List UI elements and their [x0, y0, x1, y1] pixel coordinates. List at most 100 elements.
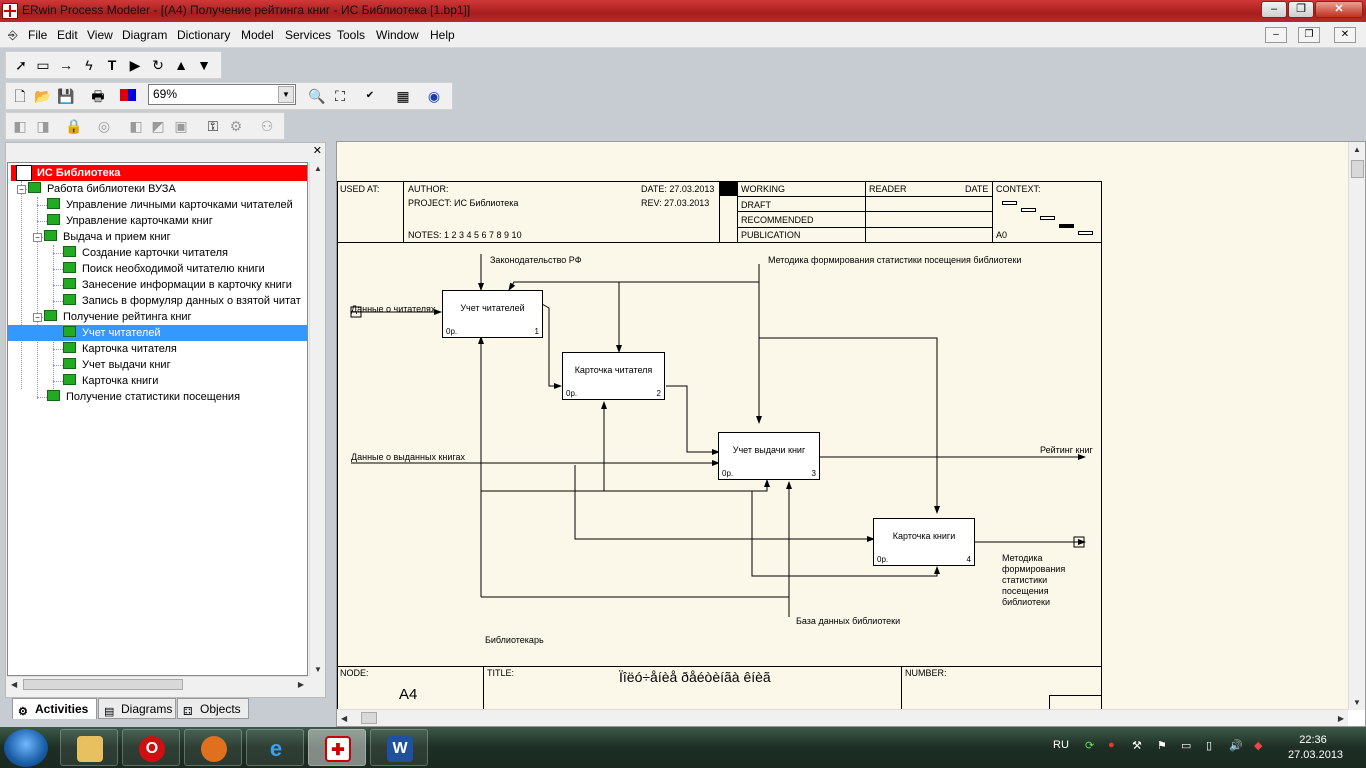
activity-box[interactable]: Учет читателей 0р. 1 [442, 290, 548, 343]
collapse-icon[interactable]: − [33, 313, 42, 322]
mdi-close-icon[interactable]: ✕ [1334, 27, 1356, 43]
tree-item[interactable]: Учет выдачи книг [63, 357, 171, 373]
scroll-right-icon[interactable]: ▶ [1338, 714, 1344, 723]
tree-item[interactable]: − Получение рейтинга книг [33, 309, 192, 325]
activity-box[interactable]: Карточка книги 0р. 4 [873, 518, 980, 571]
open-folder-icon[interactable]: 📂 [33, 86, 53, 106]
tree-vertical-scrollbar[interactable]: ▲ ▼ [309, 162, 325, 676]
arrow-label[interactable]: Законодательство РФ [490, 255, 582, 265]
clock[interactable]: 22:36 27.03.2013 [1288, 733, 1343, 763]
tree-item[interactable]: Управление карточками книг [47, 213, 213, 229]
scroll-left-icon[interactable]: ◀ [11, 680, 17, 689]
report-icon[interactable]: ◉ [424, 86, 444, 106]
text-tool-icon[interactable]: T [102, 55, 122, 75]
pointer-tool-icon[interactable]: ➚ [11, 55, 31, 75]
tab-diagrams[interactable]: ▤ Diagrams [98, 698, 176, 719]
close-button[interactable]: ✕ [1315, 1, 1363, 18]
scroll-left-icon[interactable]: ◀ [341, 714, 347, 723]
tree-root[interactable]: ИС Библиотека [11, 165, 307, 181]
menu-model[interactable]: Model [241, 28, 274, 42]
device-icon[interactable]: ▯ [1206, 739, 1212, 752]
close-icon[interactable]: ✕ [313, 144, 322, 157]
tree-item[interactable]: − Работа библиотеки ВУЗА [17, 181, 176, 197]
taskbar-word[interactable]: W [370, 729, 428, 766]
tab-objects[interactable]: ⚃ Objects [177, 698, 249, 719]
tree-item[interactable]: Поиск необходимой читателю книги [63, 261, 265, 277]
menu-diagram[interactable]: Diagram [122, 28, 167, 42]
language-indicator[interactable]: RU [1053, 739, 1069, 751]
scroll-thumb[interactable] [361, 712, 377, 724]
arrow-label[interactable]: Рейтинг книг [1040, 445, 1093, 455]
chevron-down-icon[interactable]: ▼ [278, 86, 294, 103]
tree-item[interactable]: Управление личными карточками читателей [47, 197, 293, 213]
zoom-select[interactable]: 69% ▼ [148, 84, 296, 105]
arrow-label-multiline[interactable]: Методика формирования статистики посещен… [1002, 553, 1065, 608]
sync-icon[interactable]: ⟳ [1085, 739, 1094, 752]
go-to-child-icon[interactable]: ▼ [194, 55, 214, 75]
scroll-down-icon[interactable]: ▼ [314, 665, 322, 674]
color-icon[interactable] [118, 86, 138, 106]
taskbar-opera[interactable]: O [122, 729, 180, 766]
opera-tray-icon[interactable]: ● [1108, 739, 1115, 751]
network-icon[interactable]: ▭ [1181, 739, 1191, 752]
flag-icon[interactable]: ⚑ [1157, 739, 1167, 752]
collapse-icon[interactable]: − [17, 185, 26, 194]
tree-item[interactable]: Запись в формуляр данных о взятой читат [63, 293, 301, 309]
zoom-fit-icon[interactable]: ⛶ [330, 86, 350, 106]
menu-services[interactable]: Services [285, 28, 331, 42]
new-file-icon[interactable]: 🗋 [10, 86, 30, 106]
menu-tools[interactable]: Tools [337, 28, 365, 42]
go-to-parent-icon[interactable]: ▲ [171, 55, 191, 75]
mdi-minimize-icon[interactable]: – [1265, 27, 1287, 43]
tree-item[interactable]: − Выдача и прием книг [33, 229, 171, 245]
arrow-label[interactable]: Методика формирования статистики посещен… [768, 255, 1021, 265]
diagram-canvas[interactable]: USED AT: AUTHOR: PROJECT: ИС Библиотека … [337, 142, 1348, 710]
tool-tray-icon[interactable]: ⚒ [1132, 739, 1142, 752]
tree-item-selected[interactable]: Учет читателей [8, 325, 307, 341]
tree-item[interactable]: Создание карточки читателя [63, 245, 228, 261]
menu-view[interactable]: View [87, 28, 113, 42]
security-icon[interactable]: ⚿ [203, 116, 223, 136]
model-explorer-icon[interactable]: ▦ [393, 86, 413, 106]
tree-item[interactable]: Занесение информации в карточку книги [63, 277, 292, 293]
taskbar-firefox[interactable] [184, 729, 242, 766]
scroll-thumb[interactable] [23, 679, 183, 690]
menu-edit[interactable]: Edit [57, 28, 78, 42]
print-icon[interactable]: 🖶 [88, 86, 108, 106]
maximize-button[interactable]: ❐ [1288, 1, 1314, 18]
collapse-icon[interactable]: − [33, 233, 42, 242]
tree-item[interactable]: Карточка книги [63, 373, 158, 389]
box-tool-icon[interactable]: ▭ [33, 55, 53, 75]
taskbar-erwin[interactable]: ✚ [308, 729, 366, 766]
squiggle-tool-icon[interactable]: ϟ [79, 55, 99, 75]
tree-item[interactable]: Получение статистики посещения [47, 389, 240, 405]
arrow-label[interactable]: База данных библиотеки [796, 616, 900, 626]
minimize-button[interactable]: – [1261, 1, 1287, 18]
document-menu-icon[interactable]: ⎆ [8, 28, 18, 43]
scroll-right-icon[interactable]: ▶ [298, 680, 304, 689]
diagram-horizontal-scrollbar[interactable]: ◀ ▶ [337, 709, 1348, 726]
pdf-icon[interactable]: ◆ [1254, 739, 1262, 752]
volume-icon[interactable]: 🔊 [1229, 739, 1243, 752]
menu-help[interactable]: Help [430, 28, 455, 42]
spell-check-icon[interactable]: ✔ [360, 86, 380, 106]
menu-dictionary[interactable]: Dictionary [177, 28, 230, 42]
arrow-label[interactable]: Данные о выданных книгах [351, 452, 465, 462]
scroll-up-icon[interactable]: ▲ [1353, 145, 1361, 154]
arrow-label[interactable]: Данные о читателях [351, 304, 435, 314]
tree-item[interactable]: Карточка читателя [63, 341, 177, 357]
taskbar-ie[interactable]: e [246, 729, 304, 766]
rotate-icon[interactable]: ↻ [148, 55, 168, 75]
mdi-restore-icon[interactable]: ❐ [1298, 27, 1320, 43]
activity-box[interactable]: Учет выдачи книг 0р. 3 [718, 432, 825, 485]
taskbar-explorer[interactable] [60, 729, 118, 766]
go-to-sibling-icon[interactable]: ▶ [125, 55, 145, 75]
arrow-tool-icon[interactable]: → [56, 55, 76, 75]
arrow-label[interactable]: Библиотекарь [485, 635, 544, 645]
tab-activities[interactable]: ⚙ Activities [12, 698, 97, 719]
scroll-thumb[interactable] [1351, 160, 1364, 178]
activity-box[interactable]: Карточка читателя 0р. 2 [562, 352, 670, 405]
diagram-vertical-scrollbar[interactable]: ▲ ▼ [1348, 142, 1365, 710]
menu-window[interactable]: Window [376, 28, 419, 42]
start-button[interactable] [4, 729, 48, 767]
